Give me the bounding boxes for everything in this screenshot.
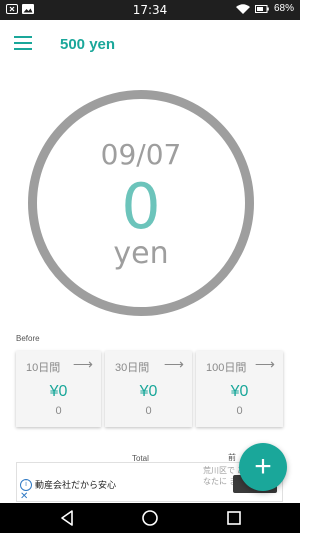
current-date: 09/07	[100, 138, 182, 171]
app-bar: 500 yen	[0, 20, 300, 68]
recents-icon[interactable]	[225, 509, 243, 527]
wifi-icon	[235, 3, 250, 14]
period-count: 0	[236, 405, 243, 417]
period-amount: ¥0	[49, 383, 68, 400]
amount-unit: yen	[113, 236, 169, 271]
battery-icon	[254, 4, 269, 13]
arrow-right-icon: ⟶	[72, 356, 93, 372]
info-icon[interactable]: i	[20, 479, 32, 491]
back-icon[interactable]	[58, 509, 76, 527]
navigation-bar	[0, 503, 300, 533]
ad-text: 動産会社だから安心	[35, 480, 117, 490]
period-card-100[interactable]: 100日間 ⟶ ¥0 0	[196, 351, 283, 427]
period-count: 0	[145, 405, 152, 417]
menu-icon[interactable]	[14, 36, 32, 50]
close-icon[interactable]: ✕	[20, 491, 28, 502]
period-card-30[interactable]: 30日間 ⟶ ¥0 0	[105, 351, 192, 427]
period-label: 30日間	[115, 362, 150, 374]
add-button[interactable]: +	[239, 443, 287, 491]
arrow-right-icon: ⟶	[163, 356, 184, 372]
saved-amount: 0	[121, 170, 161, 243]
period-amount: ¥0	[139, 383, 158, 400]
before-label: Before	[16, 334, 40, 343]
period-count: 0	[55, 405, 62, 417]
period-amount: ¥0	[230, 383, 249, 400]
status-bar: 17:34 68%	[0, 0, 300, 20]
status-bar-right-icons: 68%	[235, 3, 294, 14]
period-label: 100日間	[206, 362, 247, 374]
period-card-10[interactable]: 10日間 ⟶ ¥0 0	[16, 351, 101, 427]
app-title: 500 yen	[60, 36, 116, 53]
period-label: 10日間	[26, 362, 61, 374]
arrow-right-icon: ⟶	[254, 356, 275, 372]
battery-percent: 68%	[273, 3, 294, 14]
home-icon[interactable]	[141, 509, 159, 527]
